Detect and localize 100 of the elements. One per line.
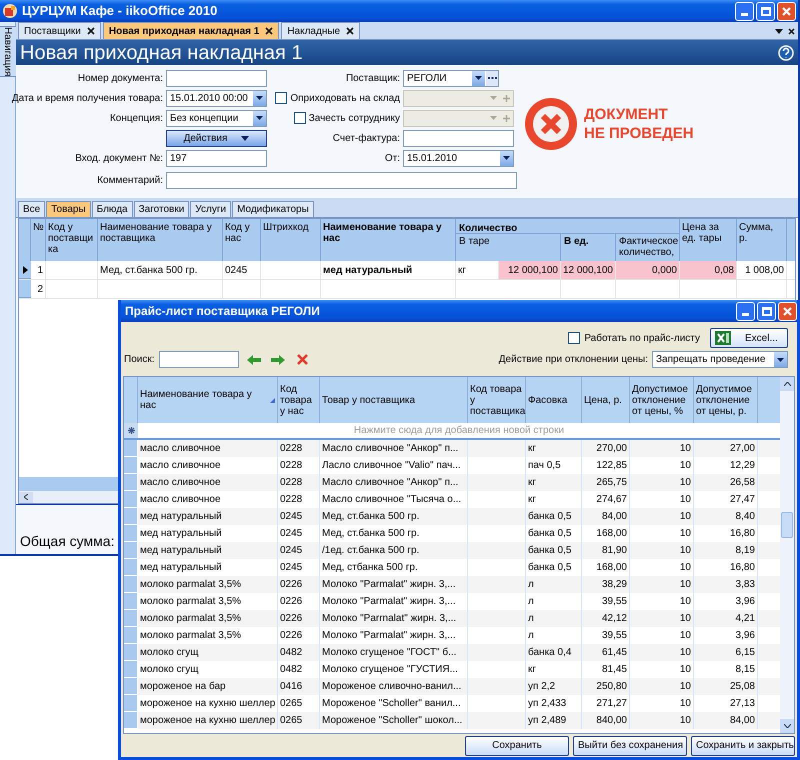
column-header[interactable]: Допустимое отклонение от цены, %: [630, 377, 694, 423]
row-selector[interactable]: [124, 610, 138, 627]
maximize-button[interactable]: [756, 2, 775, 20]
maximize-button[interactable]: [757, 302, 776, 320]
section-tab[interactable]: Товары: [46, 201, 91, 217]
scroll-up-button[interactable]: [780, 377, 794, 391]
column-header[interactable]: Наименование товара у поставщика: [98, 219, 223, 261]
clear-icon[interactable]: [296, 354, 308, 365]
column-header[interactable]: Фасовка: [526, 377, 582, 423]
more-button[interactable]: [486, 70, 498, 86]
scroll-down-button[interactable]: [780, 719, 794, 733]
column-header[interactable]: Код товара у нас: [278, 377, 320, 423]
table-cell-text: 61,45: [602, 646, 627, 660]
table-cell: 1 008,00: [737, 261, 787, 279]
table-cell-text: 0226: [280, 595, 302, 609]
column-header[interactable]: Код у поставщика: [46, 219, 98, 261]
input-field[interactable]: 197: [166, 150, 267, 166]
document-tab[interactable]: Поставщики: [18, 22, 101, 39]
row-selector[interactable]: [124, 627, 138, 644]
document-tab[interactable]: Новая приходная накладная 1: [102, 22, 280, 39]
row-selector[interactable]: [124, 525, 138, 542]
input-field[interactable]: [403, 130, 514, 146]
comment-field[interactable]: [166, 172, 517, 188]
table-cell-text: 271,27: [596, 697, 627, 711]
row-selector[interactable]: [124, 491, 138, 508]
actions-button[interactable]: Действия: [166, 130, 267, 146]
tab-list-icon[interactable]: [775, 29, 783, 34]
vertical-scrollbar[interactable]: [780, 377, 794, 733]
dropdown-field[interactable]: 15.01.2010: [403, 150, 514, 166]
price-action-label: Действие при отклонении цены:: [498, 353, 648, 367]
row-selector[interactable]: [124, 712, 138, 729]
help-icon[interactable]: [778, 44, 794, 60]
dropdown-field[interactable]: РЕГОЛИ: [403, 70, 499, 86]
close-tab-icon[interactable]: [86, 27, 95, 35]
minimize-button[interactable]: [736, 302, 755, 320]
excel-button[interactable]: Excel...: [710, 328, 788, 348]
row-selector[interactable]: [124, 576, 138, 593]
row-header[interactable]: [19, 261, 31, 279]
section-tab[interactable]: Все: [18, 201, 46, 217]
row-selector[interactable]: [124, 559, 138, 576]
column-header[interactable]: №: [31, 219, 46, 261]
table-cell-text: Молоко "Parmalat" жирн. 3,...: [322, 578, 456, 592]
dialog-button[interactable]: Сохранить и закрыть: [691, 736, 795, 756]
scroll-thumb[interactable]: [781, 512, 793, 538]
document-tab[interactable]: Накладные: [281, 22, 360, 39]
column-header[interactable]: Сумма, р.: [737, 219, 787, 261]
minimize-button[interactable]: [735, 2, 754, 20]
close-button[interactable]: [777, 2, 796, 20]
table-cell-text: 10: [680, 646, 691, 660]
table-cell-text: Масло сливочное "Анкор" п...: [322, 442, 458, 456]
checkbox[interactable]: [568, 332, 580, 344]
dialog-button[interactable]: Сохранить: [465, 736, 569, 756]
column-header[interactable]: Товар у поставщика: [320, 377, 468, 423]
arrow-left-icon[interactable]: [246, 354, 260, 364]
row-selector[interactable]: [124, 593, 138, 610]
field-label: Комментарий:: [97, 174, 163, 188]
close-tab-icon[interactable]: [346, 27, 354, 35]
table-cell-text: банка 0,5: [528, 510, 572, 524]
dialog-button[interactable]: Выйти без сохранения: [573, 736, 687, 756]
row-selector[interactable]: [124, 661, 138, 678]
table-cell: 0,000: [616, 261, 680, 279]
table-cell: мед натуральный: [321, 261, 456, 279]
row-selector[interactable]: [124, 508, 138, 525]
column-header[interactable]: Наименование товара у нас: [321, 219, 456, 261]
input-field[interactable]: [166, 70, 267, 86]
column-header[interactable]: Код товара у поставщика: [468, 377, 526, 423]
checkbox[interactable]: [294, 112, 306, 124]
table-cell-text: масло сливочное: [140, 459, 221, 473]
dropdown-field[interactable]: Без концепции: [166, 110, 267, 126]
row-selector[interactable]: [124, 644, 138, 661]
row-selector[interactable]: [124, 440, 138, 457]
search-field[interactable]: [158, 351, 238, 368]
close-button[interactable]: [778, 302, 797, 320]
table-cell-text: молоко parmalat 3,5%: [140, 595, 242, 609]
section-tab[interactable]: Блюда: [92, 201, 133, 217]
section-tab[interactable]: Заготовки: [134, 201, 190, 217]
table-cell-text: 8,19: [736, 544, 755, 558]
table-cell-text: л: [528, 578, 534, 592]
row-selector[interactable]: [124, 695, 138, 712]
column-header[interactable]: Код у нас: [223, 219, 261, 261]
section-tab[interactable]: Модификаторы: [232, 201, 314, 217]
close-icon[interactable]: [788, 28, 795, 35]
chevron-up-icon: [784, 382, 790, 386]
dropdown-field[interactable]: Запрещать проведение: [652, 351, 788, 368]
column-header[interactable]: Цена, р.: [582, 377, 630, 423]
row-selector[interactable]: [124, 678, 138, 695]
close-tab-icon[interactable]: [265, 27, 274, 35]
column-header[interactable]: Наименование товара у нас: [138, 377, 278, 423]
row-selector[interactable]: [124, 542, 138, 559]
arrow-right-icon[interactable]: [270, 354, 284, 364]
row-selector[interactable]: [124, 457, 138, 474]
section-tab[interactable]: Услуги: [190, 201, 232, 217]
column-header[interactable]: Штрихкод: [261, 219, 321, 261]
row-selector[interactable]: [124, 474, 138, 491]
table-cell-text: молоко сгущ: [140, 663, 198, 677]
dropdown-field[interactable]: 15.01.2010 00:00: [166, 90, 267, 106]
checkbox[interactable]: [275, 92, 288, 104]
scroll-left-button[interactable]: [19, 492, 33, 502]
table-cell-text: 10: [680, 493, 691, 507]
column-header[interactable]: Допустимое отклонение от цены, р.: [694, 377, 758, 423]
